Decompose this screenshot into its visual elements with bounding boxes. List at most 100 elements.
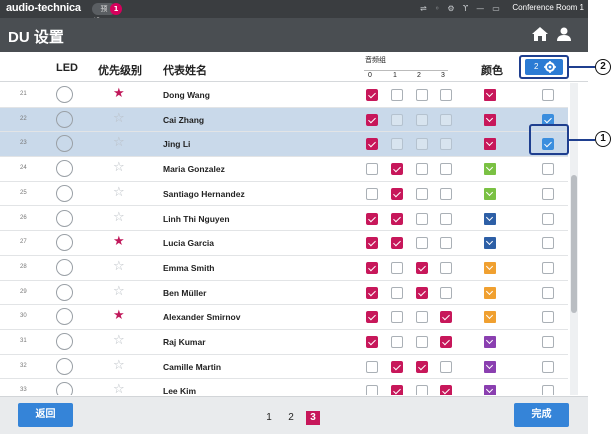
color-dropdown[interactable] bbox=[484, 261, 496, 274]
led-indicator[interactable] bbox=[56, 258, 73, 276]
audio-group-0-checkbox[interactable] bbox=[366, 113, 378, 126]
audio-group-1-checkbox[interactable] bbox=[391, 385, 403, 395]
select-row-checkbox[interactable] bbox=[542, 237, 554, 250]
audio-group-3-checkbox[interactable] bbox=[440, 311, 452, 324]
audio-group-2-checkbox[interactable] bbox=[416, 261, 428, 274]
select-row-checkbox[interactable] bbox=[542, 212, 554, 225]
select-row-checkbox[interactable] bbox=[542, 286, 554, 299]
audio-group-1-checkbox[interactable] bbox=[391, 113, 403, 126]
home-icon[interactable] bbox=[532, 27, 548, 41]
audio-group-0-checkbox[interactable] bbox=[366, 237, 378, 250]
color-dropdown[interactable] bbox=[484, 187, 496, 200]
audio-group-0-checkbox[interactable] bbox=[366, 311, 378, 324]
select-row-checkbox[interactable] bbox=[542, 163, 554, 176]
done-button[interactable]: 完成 bbox=[514, 403, 569, 427]
audio-group-0-checkbox[interactable] bbox=[366, 163, 378, 176]
priority-star-icon[interactable]: ☆ bbox=[113, 283, 125, 300]
audio-group-0-checkbox[interactable] bbox=[366, 138, 378, 151]
audio-group-0-checkbox[interactable] bbox=[366, 187, 378, 200]
audio-group-0-checkbox[interactable] bbox=[366, 212, 378, 225]
select-row-checkbox[interactable] bbox=[542, 385, 554, 395]
page-1[interactable]: 1 bbox=[262, 411, 276, 425]
audio-group-2-checkbox[interactable] bbox=[416, 311, 428, 324]
color-dropdown[interactable] bbox=[484, 311, 496, 324]
color-dropdown[interactable] bbox=[484, 360, 496, 373]
audio-group-1-checkbox[interactable] bbox=[391, 311, 403, 324]
audio-group-0-checkbox[interactable] bbox=[366, 286, 378, 299]
color-dropdown[interactable] bbox=[484, 89, 496, 101]
priority-star-icon[interactable]: ☆ bbox=[113, 381, 125, 395]
audio-group-0-checkbox[interactable] bbox=[366, 385, 378, 395]
led-indicator[interactable] bbox=[56, 184, 73, 202]
audio-group-1-checkbox[interactable] bbox=[391, 187, 403, 200]
page-2[interactable]: 2 bbox=[284, 411, 298, 425]
priority-star-icon[interactable]: ☆ bbox=[113, 332, 125, 349]
audio-group-3-checkbox[interactable] bbox=[440, 212, 452, 225]
audio-group-0-checkbox[interactable] bbox=[366, 336, 378, 348]
audio-group-1-checkbox[interactable] bbox=[391, 360, 403, 373]
color-dropdown[interactable] bbox=[484, 286, 496, 299]
color-dropdown[interactable] bbox=[484, 163, 496, 176]
table-row[interactable]: 22 ☆ Cai Zhang bbox=[0, 107, 568, 133]
led-indicator[interactable] bbox=[56, 110, 73, 128]
priority-star-icon[interactable]: ☆ bbox=[113, 357, 125, 374]
audio-group-2-checkbox[interactable] bbox=[416, 187, 428, 200]
audio-group-1-checkbox[interactable] bbox=[391, 336, 403, 348]
audio-group-3-checkbox[interactable] bbox=[440, 360, 452, 373]
table-row[interactable]: 31 ☆ Raj Kumar bbox=[0, 330, 568, 355]
priority-star-icon[interactable]: ☆ bbox=[113, 159, 125, 176]
audio-group-3-checkbox[interactable] bbox=[440, 261, 452, 274]
priority-star-icon[interactable]: ☆ bbox=[113, 209, 125, 226]
led-indicator[interactable] bbox=[56, 382, 73, 395]
select-row-checkbox[interactable] bbox=[542, 187, 554, 200]
audio-group-2-checkbox[interactable] bbox=[416, 138, 428, 151]
led-indicator[interactable] bbox=[56, 209, 73, 227]
audio-group-3-checkbox[interactable] bbox=[440, 138, 452, 151]
priority-star-icon[interactable]: ★ bbox=[113, 85, 125, 102]
led-indicator[interactable] bbox=[56, 135, 73, 153]
audio-group-3-checkbox[interactable] bbox=[440, 237, 452, 250]
audio-group-2-checkbox[interactable] bbox=[416, 360, 428, 373]
audio-group-3-checkbox[interactable] bbox=[440, 385, 452, 395]
priority-star-icon[interactable]: ★ bbox=[113, 233, 125, 250]
table-row[interactable]: 29 ☆ Ben Müller bbox=[0, 280, 568, 306]
audio-group-2-checkbox[interactable] bbox=[416, 286, 428, 299]
priority-star-icon[interactable]: ☆ bbox=[113, 134, 125, 151]
audio-group-0-checkbox[interactable] bbox=[366, 261, 378, 274]
table-row[interactable]: 32 ☆ Camille Martin bbox=[0, 354, 568, 380]
led-indicator[interactable] bbox=[56, 357, 73, 375]
color-dropdown[interactable] bbox=[484, 138, 496, 151]
table-row[interactable]: 33 ☆ Lee Kim bbox=[0, 379, 568, 395]
back-button[interactable]: 返回 bbox=[18, 403, 73, 427]
audio-group-1-checkbox[interactable] bbox=[391, 163, 403, 176]
priority-star-icon[interactable]: ★ bbox=[113, 307, 125, 324]
audio-group-2-checkbox[interactable] bbox=[416, 336, 428, 348]
audio-group-2-checkbox[interactable] bbox=[416, 237, 428, 250]
audio-group-2-checkbox[interactable] bbox=[416, 385, 428, 395]
audio-group-1-checkbox[interactable] bbox=[391, 138, 403, 151]
table-row[interactable]: 28 ☆ Emma Smith bbox=[0, 255, 568, 281]
audio-group-3-checkbox[interactable] bbox=[440, 286, 452, 299]
priority-star-icon[interactable]: ☆ bbox=[113, 110, 125, 127]
page-3[interactable]: 3 bbox=[306, 411, 320, 425]
select-row-checkbox[interactable] bbox=[542, 336, 554, 348]
audio-group-2-checkbox[interactable] bbox=[416, 212, 428, 225]
color-dropdown[interactable] bbox=[484, 113, 496, 126]
select-row-checkbox[interactable] bbox=[542, 89, 554, 101]
led-indicator[interactable] bbox=[56, 86, 73, 103]
table-row[interactable]: 21 ★ Dong Wang bbox=[0, 83, 568, 108]
audio-group-2-checkbox[interactable] bbox=[416, 113, 428, 126]
led-indicator[interactable] bbox=[56, 283, 73, 301]
select-row-checkbox[interactable] bbox=[542, 261, 554, 274]
priority-star-icon[interactable]: ☆ bbox=[113, 258, 125, 275]
audio-group-3-checkbox[interactable] bbox=[440, 89, 452, 101]
color-dropdown[interactable] bbox=[484, 212, 496, 225]
table-row[interactable]: 25 ☆ Santiago Hernandez bbox=[0, 181, 568, 207]
color-dropdown[interactable] bbox=[484, 237, 496, 250]
scrollbar-thumb[interactable] bbox=[571, 175, 577, 313]
led-indicator[interactable] bbox=[56, 160, 73, 178]
select-row-checkbox[interactable] bbox=[542, 311, 554, 324]
led-indicator[interactable] bbox=[56, 333, 73, 350]
audio-group-1-checkbox[interactable] bbox=[391, 212, 403, 225]
audio-group-2-checkbox[interactable] bbox=[416, 89, 428, 101]
